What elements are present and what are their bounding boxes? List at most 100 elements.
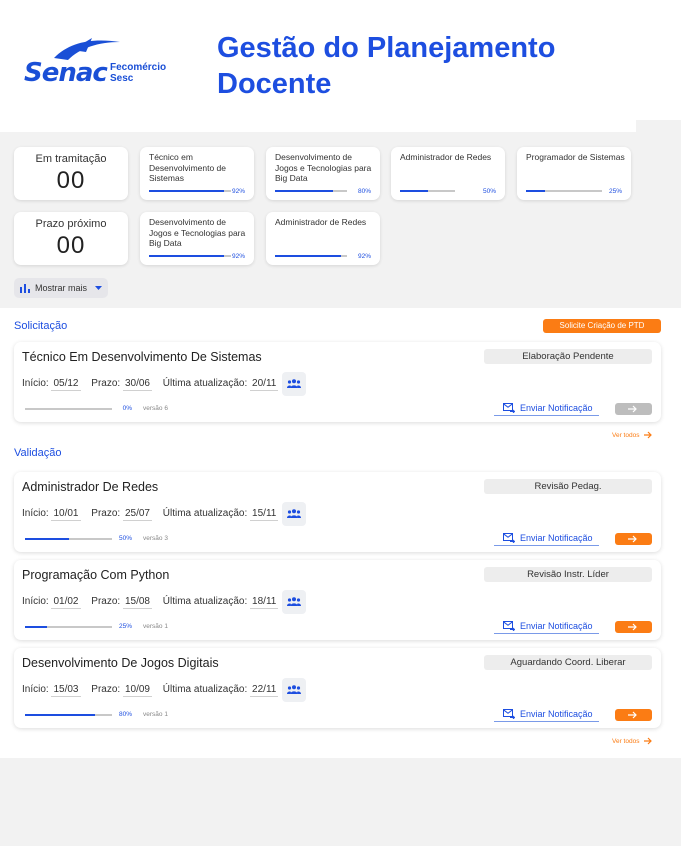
mail-send-icon — [503, 533, 515, 543]
last-update-date: 20/11 — [250, 378, 279, 391]
arrow-right-icon — [628, 535, 637, 543]
mail-send-icon — [503, 621, 515, 631]
process-progress-track — [25, 626, 112, 628]
last-update-date: 15/11 — [250, 508, 279, 521]
counter-deadline-near[interactable]: Prazo próximo 00 — [14, 212, 128, 265]
start-date: 10/01 — [51, 508, 81, 521]
process-dates: Início: 01/02 Prazo: 15/08 Última atuali… — [22, 596, 279, 609]
mail-send-icon — [503, 403, 515, 413]
process-progress-fill — [25, 538, 69, 540]
team-button[interactable] — [282, 372, 306, 396]
course-progress-fill — [275, 190, 333, 192]
arrow-right-icon — [628, 623, 637, 631]
open-process-button[interactable] — [615, 403, 652, 415]
deadline-date: 10/09 — [122, 684, 152, 697]
start-date: 05/12 — [51, 378, 81, 391]
process-dates: Início: 10/01 Prazo: 25/07 Última atuali… — [22, 508, 279, 521]
open-process-button[interactable] — [615, 709, 652, 721]
team-button[interactable] — [282, 502, 306, 526]
bar-chart-icon — [20, 284, 30, 293]
course-progress-card[interactable]: Desenvolvimento de Jogos e Tecnologias p… — [140, 212, 254, 265]
course-name: Desenvolvimento de Jogos e Tecnologias p… — [149, 217, 246, 248]
process-progress-track — [25, 408, 112, 410]
course-percent: 92% — [231, 253, 245, 260]
course-progress-card[interactable]: Desenvolvimento de Jogos e Tecnologias p… — [266, 147, 380, 200]
deadline-date: 25/07 — [122, 508, 152, 521]
course-name: Desenvolvimento de Jogos e Tecnologias p… — [275, 152, 372, 183]
status-badge: Revisão Instr. Líder — [484, 567, 652, 582]
section-title-solicitacao: Solicitação — [14, 320, 68, 332]
open-process-button[interactable] — [615, 533, 652, 545]
process-dates: Início: 15/03 Prazo: 10/09 Última atuali… — [22, 684, 279, 697]
course-progress-card[interactable]: Administrador de Redes 50% — [391, 147, 505, 200]
process-percent: 50% — [119, 535, 133, 542]
course-progress-track — [400, 190, 455, 192]
see-all-validacao-link[interactable]: Ver todos — [612, 737, 652, 745]
process-version: versão 1 — [143, 711, 168, 718]
status-badge: Elaboração Pendente — [484, 349, 652, 364]
process-card: Desenvolvimento De Jogos Digitais Aguard… — [14, 648, 661, 728]
arrow-right-icon — [644, 431, 652, 439]
process-percent: 25% — [119, 623, 133, 630]
arrow-right-icon — [628, 405, 637, 413]
arrow-right-icon — [628, 711, 637, 719]
course-progress-card[interactable]: Técnico em Desenvolvimento de Sistemas 9… — [140, 147, 254, 200]
course-progress-card[interactable]: Administrador de Redes 92% — [266, 212, 380, 265]
logo-word: Senac — [24, 58, 108, 88]
course-progress-track — [149, 255, 231, 257]
process-name: Desenvolvimento De Jogos Digitais — [22, 656, 219, 670]
show-more-button[interactable]: Mostrar mais — [14, 278, 108, 298]
send-notification-button[interactable]: Enviar Notificação — [494, 619, 599, 634]
senac-logo: Senac Fecomércio Sesc — [22, 36, 172, 88]
process-card: Programação Com Python Revisão Instr. Lí… — [14, 560, 661, 640]
course-percent: 80% — [357, 188, 371, 195]
course-progress-track — [149, 190, 231, 192]
counter-in-progress[interactable]: Em tramitação 00 — [14, 147, 128, 200]
group-icon — [287, 597, 301, 606]
process-version: versão 1 — [143, 623, 168, 630]
team-button[interactable] — [282, 590, 306, 614]
process-progress-fill — [25, 714, 95, 716]
course-progress-track — [275, 255, 347, 257]
course-progress-card[interactable]: Programador de Sistemas 25% — [517, 147, 631, 200]
course-percent: 50% — [482, 188, 496, 195]
process-progress-fill — [25, 626, 47, 628]
send-notification-button[interactable]: Enviar Notificação — [494, 707, 599, 722]
course-name: Programador de Sistemas — [526, 152, 625, 162]
group-icon — [287, 685, 301, 694]
caret-down-icon — [95, 286, 102, 290]
process-name: Programação Com Python — [22, 568, 170, 582]
course-percent: 25% — [608, 188, 622, 195]
course-progress-track — [275, 190, 347, 192]
header-extension — [636, 0, 681, 120]
team-button[interactable] — [282, 678, 306, 702]
course-progress-fill — [275, 255, 342, 257]
status-badge: Aguardando Coord. Liberar — [484, 655, 652, 670]
process-percent: 0% — [122, 405, 132, 412]
process-dates: Início: 05/12 Prazo: 30/06 Última atuali… — [22, 378, 279, 391]
process-progress-track — [25, 538, 112, 540]
process-version: versão 3 — [143, 535, 168, 542]
process-card: Técnico Em Desenvolvimento De Sistemas E… — [14, 342, 661, 422]
deadline-date: 30/06 — [122, 378, 152, 391]
deadline-date: 15/08 — [122, 596, 152, 609]
course-progress-fill — [149, 255, 225, 257]
arrow-right-icon — [644, 737, 652, 745]
process-name: Administrador De Redes — [22, 480, 159, 494]
course-name: Administrador de Redes — [400, 152, 492, 162]
process-version: versão 6 — [143, 405, 168, 412]
see-all-solicitacao-link[interactable]: Ver todos — [612, 431, 652, 439]
open-process-button[interactable] — [615, 621, 652, 633]
send-notification-button[interactable]: Enviar Notificação — [494, 531, 599, 546]
group-icon — [287, 509, 301, 518]
course-name: Técnico em Desenvolvimento de Sistemas — [149, 152, 227, 183]
group-icon — [287, 379, 301, 388]
send-notification-button[interactable]: Enviar Notificação — [494, 401, 599, 416]
course-percent: 92% — [231, 188, 245, 195]
course-name: Administrador de Redes — [275, 217, 367, 227]
course-percent: 92% — [357, 253, 371, 260]
process-percent: 80% — [119, 711, 133, 718]
last-update-date: 22/11 — [250, 684, 279, 697]
request-ptd-button[interactable]: Solicite Criação de PTD — [543, 319, 661, 333]
status-badge: Revisão Pedag. — [484, 479, 652, 494]
